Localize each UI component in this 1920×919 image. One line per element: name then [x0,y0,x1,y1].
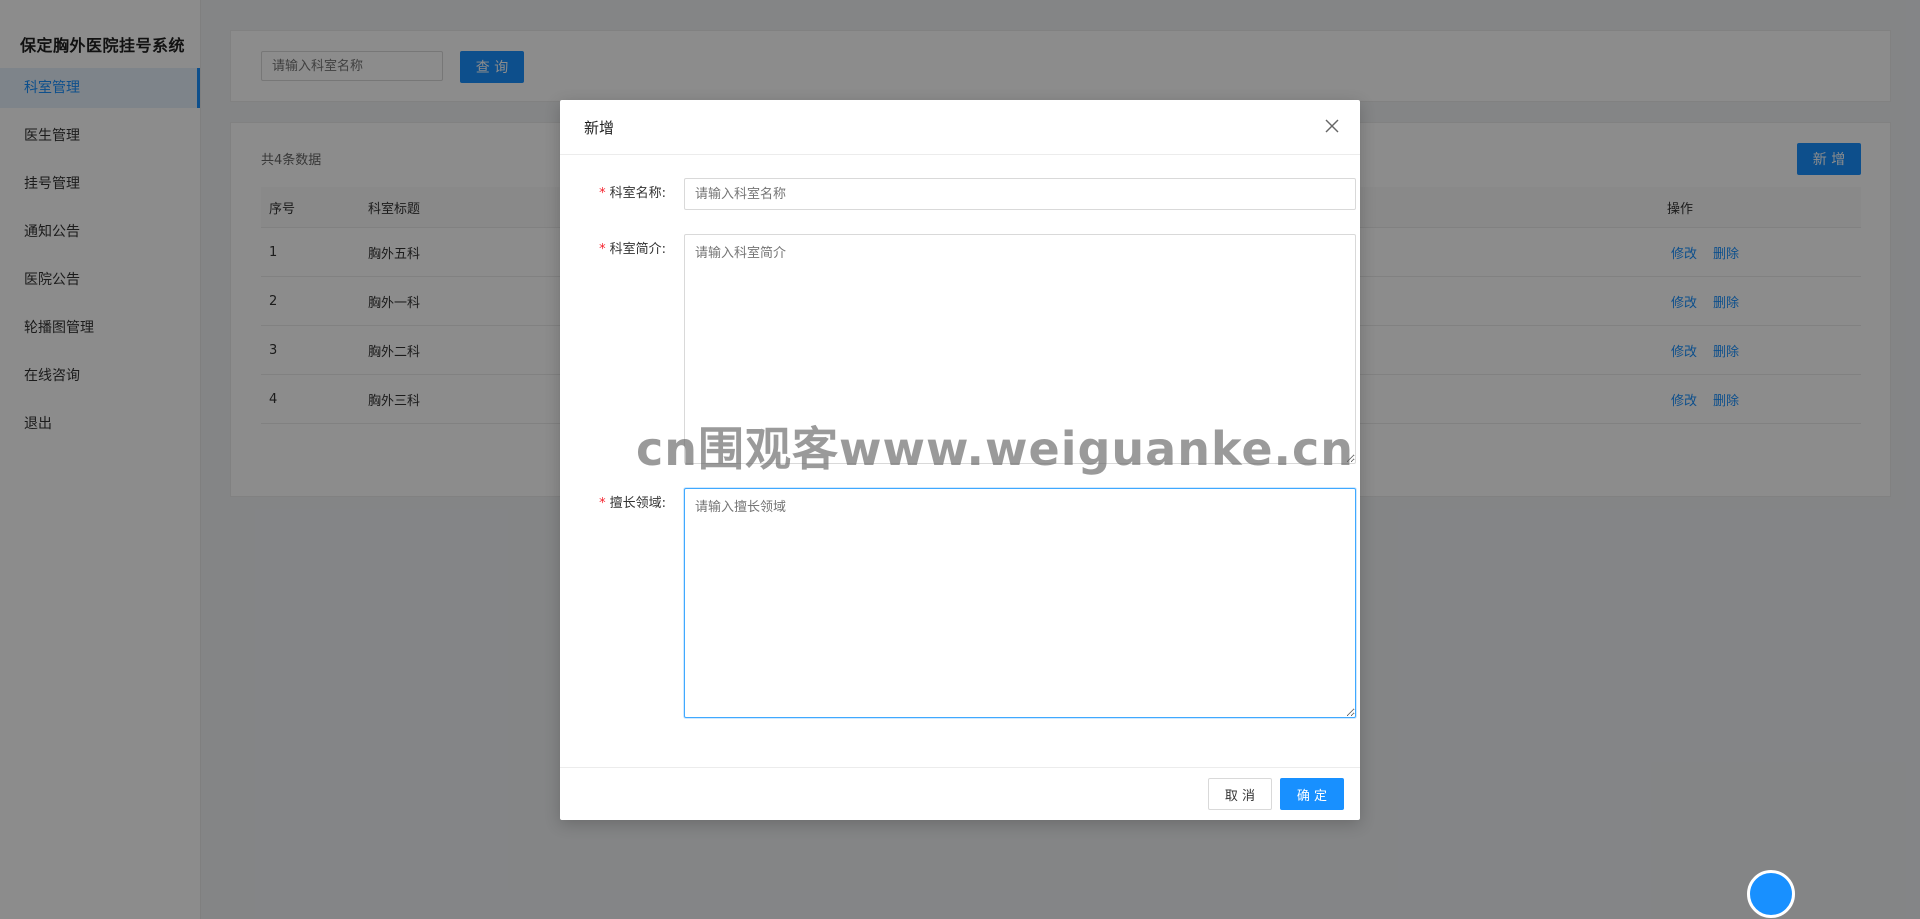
required-mark: * [599,242,606,257]
expertise-label-text: 擅长领域: [609,496,666,511]
intro-label-text: 科室简介: [609,242,666,257]
modal-footer: 取 消 确 定 [560,767,1360,820]
intro-label: * 科室简介: [584,234,666,266]
modal-title: 新增 [584,119,615,137]
expertise-label: * 擅长领域: [584,488,666,520]
name-label-text: 科室名称: [609,186,666,201]
cancel-button[interactable]: 取 消 [1208,778,1272,810]
required-mark: * [599,496,606,511]
modal-header: 新增 [560,100,1360,155]
department-name-input[interactable] [684,178,1356,210]
name-label: * 科室名称: [584,178,666,210]
expertise-textarea[interactable] [684,488,1356,718]
close-icon[interactable] [1322,116,1342,136]
form-row-name: * 科室名称: [584,178,1356,210]
required-mark: * [599,186,606,201]
confirm-button[interactable]: 确 定 [1280,778,1344,810]
floating-assistant-icon[interactable] [1747,870,1795,918]
form-row-expertise: * 擅长领域: [584,488,1356,718]
watermark: cn围观客www.weiguanke.cn [636,422,1355,476]
